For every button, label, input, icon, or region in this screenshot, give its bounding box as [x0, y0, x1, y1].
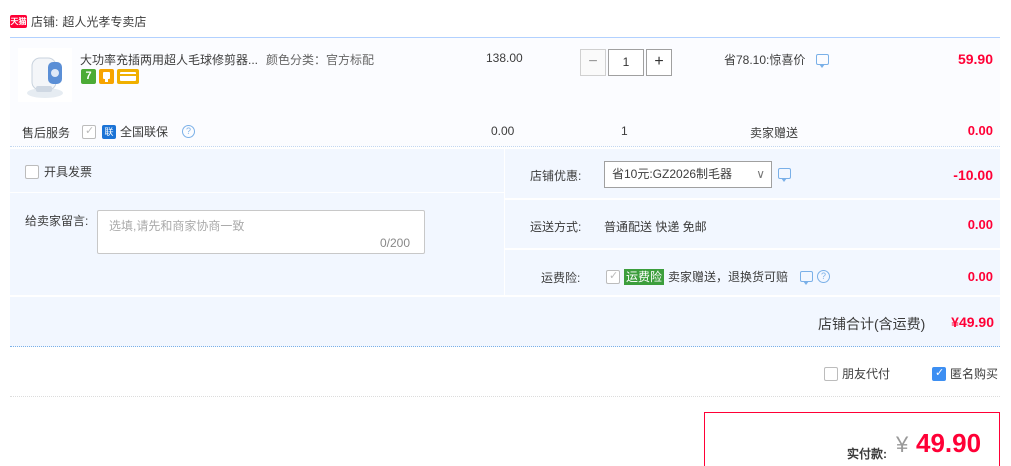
item-total: 59.90	[957, 51, 993, 67]
invoice-checkbox[interactable]	[25, 164, 39, 179]
service-checkbox[interactable]	[82, 124, 96, 139]
summary-label: 店铺合计(含运费)	[818, 316, 926, 332]
coupon-label: 店铺优惠:	[530, 169, 582, 183]
discount-text: 省78.10:惊喜价	[724, 53, 806, 67]
insurance-value: 0.00	[967, 269, 993, 284]
item-price: 138.00	[486, 51, 523, 65]
item-sku: 颜色分类：官方标配	[266, 53, 375, 67]
coupon-select[interactable]: 省10元:GZ2026制毛器 ∨	[604, 161, 772, 188]
service-option: 联 全国联保 ?	[82, 123, 196, 140]
insurance-comment-icon[interactable]	[800, 271, 814, 285]
guarantee-icon[interactable]	[99, 69, 114, 84]
warranty-icon: 联	[102, 124, 116, 139]
quantity-stepper: − 1 +	[580, 49, 672, 76]
coupon-value: -10.00	[953, 167, 993, 183]
shop-name[interactable]: 超人光孝专卖店	[62, 13, 146, 30]
anonymous-label: 匿名购买	[950, 367, 999, 381]
credit-card-icon[interactable]	[117, 69, 139, 84]
coupon-comment-icon[interactable]	[778, 168, 791, 182]
coupon-selected: 省10元:GZ2026制毛器	[612, 167, 733, 181]
product-image[interactable]	[18, 48, 72, 102]
insurance-tag: 运费险	[624, 268, 665, 285]
service-total: 0.00	[967, 123, 993, 138]
item-badges: 7	[81, 69, 139, 84]
friend-pay-label: 朋友代付	[842, 367, 891, 381]
insurance-desc: 卖家赠送，退换货可赔	[668, 270, 789, 284]
message-placeholder: 选填,请先和商家协商一致	[109, 219, 245, 233]
friend-pay-option: 朋友代付	[824, 365, 890, 382]
shipping-label: 运送方式:	[530, 220, 582, 234]
anonymous-option: 匿名购买	[932, 365, 998, 382]
quantity-plus-button[interactable]: +	[646, 49, 672, 76]
payment-currency: ¥	[896, 432, 909, 457]
anonymous-checkbox[interactable]	[932, 366, 946, 381]
chevron-down-icon: ∨	[756, 167, 765, 181]
service-qty: 1	[621, 124, 628, 138]
shop-label: 店铺:	[31, 14, 59, 29]
service-label: 售后服务	[22, 126, 71, 140]
item-title[interactable]: 大功率充插两用超人毛球修剪器...	[80, 51, 258, 68]
insurance-label: 运费险:	[541, 271, 581, 285]
service-price: 0.00	[491, 124, 515, 138]
insurance-checkbox[interactable]	[606, 269, 620, 284]
quantity-minus-button[interactable]: −	[580, 49, 606, 76]
invoice-label: 开具发票	[44, 165, 93, 179]
help-icon[interactable]: ?	[182, 125, 196, 138]
tmall-icon: 天猫	[10, 14, 27, 28]
message-char-count: 0/200	[380, 236, 411, 250]
insurance-help-icon[interactable]: ?	[817, 270, 831, 283]
payment-value: 49.90	[916, 428, 982, 458]
payment-label: 实付款:	[847, 447, 887, 461]
summary-value: ¥49.90	[951, 314, 994, 330]
service-option-label: 全国联保	[120, 125, 169, 139]
friend-pay-checkbox[interactable]	[824, 366, 838, 381]
invoice-option: 开具发票	[25, 163, 92, 180]
shipping-method: 普通配送 快递 免邮	[604, 220, 707, 234]
service-gift: 卖家赠送	[750, 126, 799, 140]
shipping-value: 0.00	[967, 217, 993, 232]
insurance-option: 运费险 卖家赠送，退换货可赔 ?	[606, 268, 831, 285]
seven-day-return-icon[interactable]: 7	[81, 69, 96, 84]
comment-icon[interactable]	[816, 54, 830, 68]
item-discount: 省78.10:惊喜价	[724, 51, 830, 68]
quantity-input[interactable]: 1	[608, 49, 644, 76]
shop-header: 天猫 店铺: 超人光孝专卖店	[10, 12, 146, 30]
message-label: 给卖家留言:	[25, 214, 89, 228]
